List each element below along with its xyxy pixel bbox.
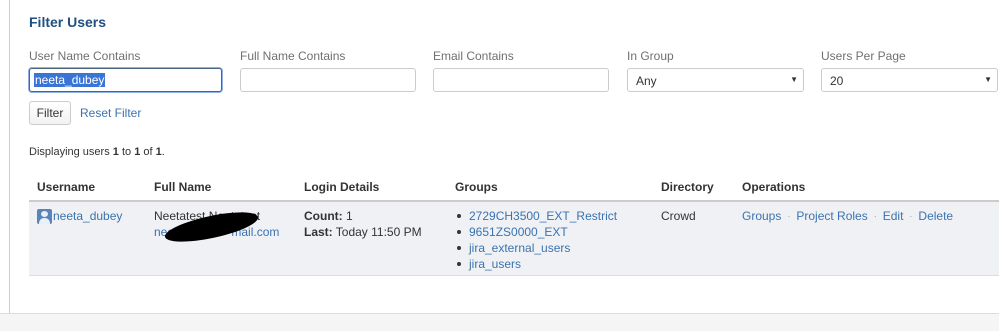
displaying-suffix: . bbox=[161, 146, 165, 158]
fullname-filter-label: Full Name Contains bbox=[240, 49, 346, 63]
page-footer-bar bbox=[0, 313, 999, 331]
fullname-filter-input[interactable] bbox=[240, 68, 416, 92]
triangle-down-icon: ▼ bbox=[790, 75, 798, 84]
email-filter-label: Email Contains bbox=[433, 49, 514, 63]
username-filter-value: neeta_dubey bbox=[34, 73, 106, 87]
username-filter-input[interactable]: neeta_dubey bbox=[29, 68, 222, 92]
column-header-operations: Operations bbox=[742, 180, 806, 194]
delete-operation-link[interactable]: Delete bbox=[918, 208, 953, 224]
login-count-label: Count: bbox=[304, 209, 343, 223]
login-count-value: 1 bbox=[342, 209, 353, 223]
filter-button[interactable]: Filter bbox=[29, 101, 71, 125]
separator-dot: · bbox=[787, 211, 791, 221]
triangle-down-icon: ▼ bbox=[984, 75, 992, 84]
list-item: 2729CH3500_EXT_Restrict bbox=[455, 208, 617, 224]
email-filter-input[interactable] bbox=[433, 68, 609, 92]
user-avatar-icon bbox=[37, 208, 52, 224]
username-link[interactable]: neeta_dubey bbox=[53, 208, 122, 224]
reset-filter-link[interactable]: Reset Filter bbox=[80, 106, 141, 120]
email-link[interactable]: neetmail.com bbox=[154, 206, 279, 248]
displaying-summary: Displaying users 1 to 1 of 1. bbox=[29, 146, 165, 158]
column-header-directory: Directory bbox=[661, 180, 714, 194]
list-item: jira_external_users bbox=[455, 240, 617, 256]
groups-list: 2729CH3500_EXT_Restrict 9651ZS0000_EXT j… bbox=[455, 208, 617, 272]
column-header-login-details: Login Details bbox=[304, 180, 380, 194]
full-name-cell: Neetatest Neetatest neetmail.com bbox=[154, 206, 279, 248]
directory-cell: Crowd bbox=[661, 209, 696, 223]
group-select[interactable]: Any ▼ bbox=[627, 68, 804, 92]
displaying-to-word: to bbox=[118, 146, 135, 158]
group-link[interactable]: 2729CH3500_EXT_Restrict bbox=[469, 209, 617, 223]
column-header-full-name: Full Name bbox=[154, 180, 212, 194]
per-page-filter-label: Users Per Page bbox=[821, 49, 906, 63]
group-link[interactable]: jira_external_users bbox=[469, 241, 570, 255]
displaying-prefix: Displaying users bbox=[29, 146, 113, 158]
displaying-of-word: of bbox=[140, 146, 156, 158]
column-header-groups: Groups bbox=[455, 180, 498, 194]
column-header-username: Username bbox=[37, 180, 96, 194]
group-select-value: Any bbox=[636, 74, 657, 88]
username-filter-label: User Name Contains bbox=[29, 49, 141, 63]
per-page-select-value: 20 bbox=[830, 74, 844, 88]
login-count: Count: 1 bbox=[304, 208, 422, 224]
list-item: 9651ZS0000_EXT bbox=[455, 224, 617, 240]
per-page-select[interactable]: 20 ▼ bbox=[821, 68, 998, 92]
operations-cell: Groups · Project Roles · Edit · Delete bbox=[742, 208, 953, 224]
table-row: neeta_dubey Neetatest Neetatest neetmail… bbox=[29, 202, 999, 276]
login-last: Last: Today 11:50 PM bbox=[304, 224, 422, 240]
separator-dot: · bbox=[873, 211, 877, 221]
group-link[interactable]: 9651ZS0000_EXT bbox=[469, 225, 568, 239]
separator-dot: · bbox=[909, 211, 913, 221]
groups-operation-link[interactable]: Groups bbox=[742, 208, 781, 224]
project-roles-operation-link[interactable]: Project Roles bbox=[796, 208, 867, 224]
list-item: jira_users bbox=[455, 256, 617, 272]
login-details-cell: Count: 1 Last: Today 11:50 PM bbox=[304, 208, 422, 240]
page-left-border bbox=[9, 0, 10, 313]
login-last-value: Today 11:50 PM bbox=[332, 225, 422, 239]
edit-operation-link[interactable]: Edit bbox=[883, 208, 904, 224]
username-cell: neeta_dubey bbox=[37, 208, 122, 224]
group-link[interactable]: jira_users bbox=[469, 257, 521, 271]
group-filter-label: In Group bbox=[627, 49, 674, 63]
page-title: Filter Users bbox=[29, 14, 107, 30]
login-last-label: Last: bbox=[304, 225, 333, 239]
